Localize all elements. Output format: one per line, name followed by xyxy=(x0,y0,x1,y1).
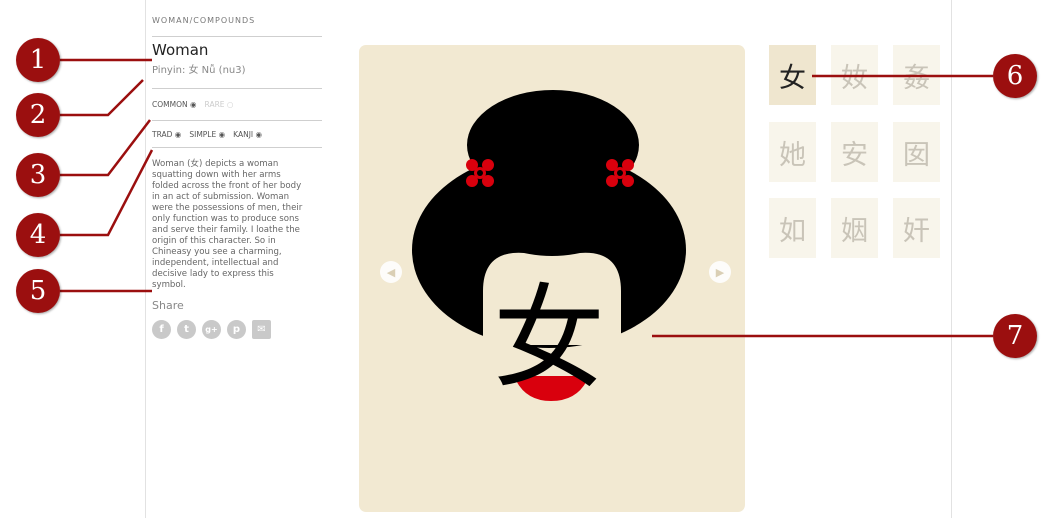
leader-line-4 xyxy=(60,149,154,237)
callout-badge-2: 2 xyxy=(16,93,60,137)
callout-badge-1: 1 xyxy=(16,38,60,82)
callout-badge-4: 4 xyxy=(16,213,60,257)
callout-badge-3: 3 xyxy=(16,153,60,197)
callout-badge-5: 5 xyxy=(16,269,60,313)
callout-leader-lines xyxy=(60,58,993,338)
leader-line-2 xyxy=(60,79,144,117)
callout-badge-7: 7 xyxy=(993,314,1037,358)
callout-badge-6: 6 xyxy=(993,54,1037,98)
leader-line-3 xyxy=(60,119,151,177)
